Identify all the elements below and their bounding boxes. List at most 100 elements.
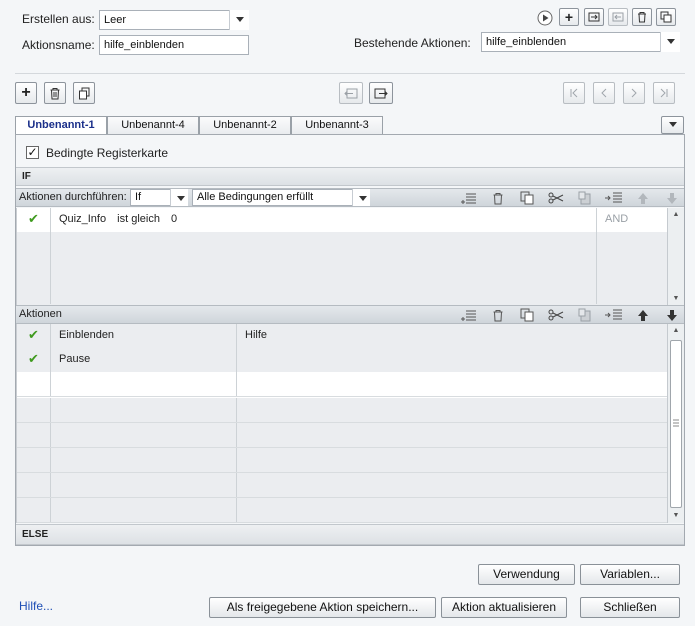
table-row[interactable]: ✔ Einblenden Hilfe: [17, 324, 668, 349]
copy-condition-icon[interactable]: [518, 189, 536, 207]
else-header-text: ELSE: [22, 529, 49, 540]
previous-tab-button[interactable]: [593, 82, 615, 104]
table-row[interactable]: [17, 398, 668, 423]
next-tab-button[interactable]: [623, 82, 645, 104]
move-down-icon[interactable]: [663, 189, 681, 207]
action-target-cell[interactable]: [237, 348, 668, 372]
perform-if-select[interactable]: If: [130, 189, 188, 206]
move-down-icon[interactable]: [663, 306, 681, 324]
duplicate-tab-button[interactable]: [73, 82, 95, 104]
row-cell: [51, 498, 237, 522]
add-condition-icon[interactable]: [460, 189, 478, 207]
delete-action-row-icon[interactable]: [489, 306, 507, 324]
existing-actions-select[interactable]: hilfe_einblenden: [481, 32, 680, 52]
tab-label: Unbenannt-2: [213, 119, 277, 131]
scroll-down-icon[interactable]: ▼: [668, 509, 684, 523]
conditions-scrollbar[interactable]: ▲ ▼: [667, 208, 684, 306]
else-section-header[interactable]: ELSE: [16, 524, 684, 545]
scroll-down-icon[interactable]: ▼: [668, 292, 684, 306]
scroll-up-icon[interactable]: ▲: [668, 208, 684, 222]
action-name-cell[interactable]: Einblenden: [51, 324, 237, 348]
action-name-label: Aktionsname:: [22, 38, 95, 52]
table-row[interactable]: [17, 280, 668, 306]
tab-unbenannt-3[interactable]: Unbenannt-3: [291, 116, 383, 134]
row-cell: [17, 448, 51, 472]
perform-if-value: If: [135, 191, 142, 203]
first-tab-button[interactable]: [563, 82, 585, 104]
export-icon[interactable]: [608, 8, 628, 26]
perform-actions-label: Aktionen durchführen:: [19, 191, 127, 203]
update-action-button[interactable]: Aktion aktualisieren: [441, 597, 567, 618]
add-tab-button[interactable]: +: [15, 82, 37, 104]
divider: [15, 73, 685, 74]
if-header-text: IF: [22, 171, 31, 182]
delete-condition-icon[interactable]: [489, 189, 507, 207]
row-cell: [237, 498, 668, 522]
table-row[interactable]: [17, 498, 668, 523]
close-button[interactable]: Schließen: [580, 597, 680, 618]
condition-value: 0: [171, 213, 178, 225]
action-name-cell[interactable]: Pause: [51, 348, 237, 372]
duplicate-action-icon[interactable]: [656, 8, 676, 26]
move-tab-left-button[interactable]: [339, 82, 363, 104]
conditions-select[interactable]: Alle Bedingungen erfüllt: [192, 189, 370, 206]
insert-condition-icon[interactable]: [605, 189, 623, 207]
paste-icon[interactable]: [576, 189, 594, 207]
conditional-checkbox[interactable]: ✓: [26, 146, 39, 159]
save-shared-action-button[interactable]: Als freigegebene Aktion speichern...: [209, 597, 436, 618]
table-row[interactable]: [17, 372, 668, 397]
tab-unbenannt-2[interactable]: Unbenannt-2: [199, 116, 291, 134]
conditional-checkbox-label: Bedingte Registerkarte: [46, 146, 169, 160]
delete-tab-button[interactable]: [44, 82, 66, 104]
tabs-menu-button[interactable]: [661, 116, 684, 134]
condition-variable: Quiz_Info: [59, 213, 107, 225]
action-target: Hilfe: [245, 329, 268, 341]
actions-header-label: Aktionen: [19, 308, 62, 320]
table-row[interactable]: [17, 423, 668, 448]
table-row[interactable]: [17, 473, 668, 498]
table-row[interactable]: [17, 256, 668, 281]
chevron-down-icon: [229, 10, 249, 30]
actions-scrollbar[interactable]: ▲ ▼: [667, 324, 684, 523]
table-row[interactable]: [17, 448, 668, 473]
variables-button[interactable]: Variablen...: [580, 564, 680, 585]
add-action-icon[interactable]: +: [559, 8, 579, 26]
insert-action-row-icon[interactable]: [605, 306, 623, 324]
tab-label: Unbenannt-3: [305, 119, 369, 131]
table-row[interactable]: ✔ Pause: [17, 348, 668, 373]
action-name-input[interactable]: hilfe_einblenden: [99, 35, 249, 55]
usage-button[interactable]: Verwendung: [478, 564, 575, 585]
action-verb: Einblenden: [59, 329, 115, 341]
paste-icon[interactable]: [576, 306, 594, 324]
condition-expression-cell[interactable]: Quiz_Info ist gleich 0: [51, 208, 597, 232]
tab-unbenannt-1[interactable]: Unbenannt-1: [15, 116, 107, 135]
move-tab-right-button[interactable]: [369, 82, 393, 104]
table-row[interactable]: [17, 232, 668, 257]
move-up-icon[interactable]: [634, 306, 652, 324]
tab-unbenannt-4[interactable]: Unbenannt-4: [107, 116, 199, 134]
table-row[interactable]: ✔ Quiz_Info ist gleich 0 AND: [17, 208, 668, 233]
condition-logic-cell[interactable]: AND: [597, 208, 668, 232]
chevron-down-icon: [660, 32, 680, 52]
if-section-header: IF: [16, 167, 684, 186]
scroll-up-icon[interactable]: ▲: [668, 324, 684, 338]
delete-action-icon[interactable]: [632, 8, 652, 26]
create-from-label: Erstellen aus:: [22, 12, 95, 26]
import-icon[interactable]: [584, 8, 604, 26]
move-up-icon[interactable]: [634, 189, 652, 207]
row-cell: [17, 280, 51, 304]
last-tab-button[interactable]: [653, 82, 675, 104]
tab-label: Unbenannt-1: [27, 119, 95, 131]
scissors-icon[interactable]: [547, 306, 565, 324]
chevron-down-icon: [170, 189, 188, 206]
help-link[interactable]: Hilfe...: [19, 599, 53, 613]
action-target-cell[interactable]: Hilfe: [237, 324, 668, 348]
add-action-row-icon[interactable]: [460, 306, 478, 324]
create-from-select[interactable]: Leer: [99, 10, 249, 30]
copy-action-row-icon[interactable]: [518, 306, 536, 324]
scroll-thumb[interactable]: [670, 340, 682, 508]
row-cell: [51, 280, 597, 304]
preview-play-icon[interactable]: [536, 9, 554, 27]
scissors-icon[interactable]: [547, 189, 565, 207]
row-cell: [597, 280, 668, 304]
